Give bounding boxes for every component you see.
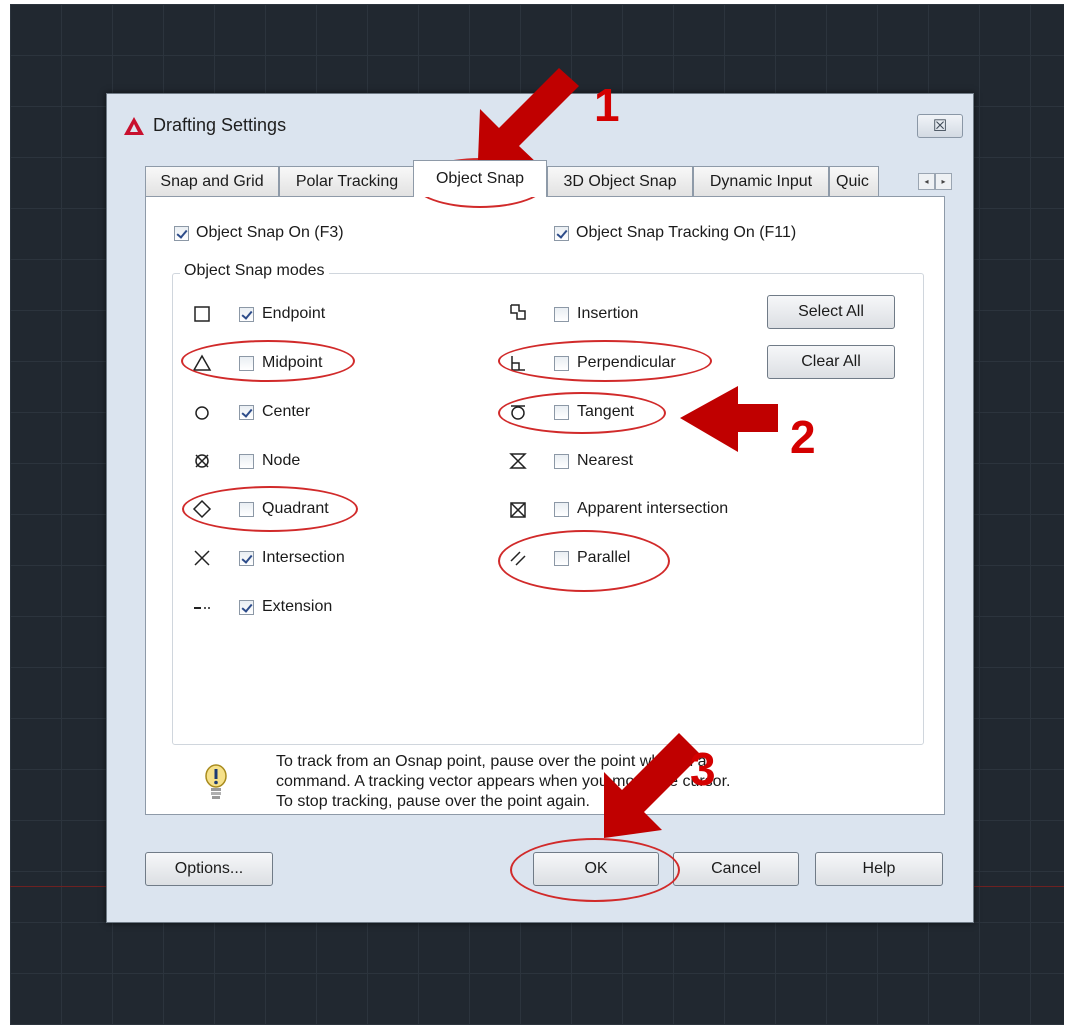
nearest-label: Nearest [577, 452, 634, 469]
tip-line: command. A tracking vector appears when … [276, 773, 731, 790]
tab-polar-tracking[interactable]: Polar Tracking [279, 166, 415, 196]
highlight-perpendicular [498, 340, 712, 382]
autocad-logo-icon [124, 117, 144, 135]
arrow-right-icon: ▸ [941, 177, 946, 186]
options-button[interactable]: Options... [145, 852, 273, 886]
object-snap-modes-title: Object Snap modes [180, 262, 329, 280]
intersection-checkbox[interactable] [239, 551, 254, 566]
hourglass-icon [509, 453, 527, 469]
step-3-label: 3 [690, 743, 716, 795]
endpoint-label: Endpoint [262, 305, 326, 322]
clear-all-button[interactable]: Clear All [767, 345, 895, 379]
tab-quick-properties[interactable]: Quic [829, 166, 879, 196]
insertion-icon [510, 304, 526, 320]
select-all-button[interactable]: Select All [767, 295, 895, 329]
tab-3d-object-snap[interactable]: 3D Object Snap [547, 166, 693, 196]
square-icon [194, 306, 210, 322]
step-2-label: 2 [790, 411, 816, 463]
highlight-quadrant [182, 486, 358, 532]
apparent-intersection-label: Apparent intersection [577, 500, 729, 517]
tracking-tip: To track from an Osnap point, pause over… [276, 752, 730, 812]
extension-label: Extension [262, 598, 333, 615]
insertion-checkbox[interactable] [554, 307, 569, 322]
tip-line: To stop tracking, pause over the point a… [276, 793, 590, 810]
insertion-label: Insertion [577, 305, 639, 322]
nearest-checkbox[interactable] [554, 454, 569, 469]
highlight-tangent [498, 392, 666, 434]
node-icon [195, 454, 209, 468]
extension-checkbox[interactable] [239, 600, 254, 615]
cancel-button[interactable]: Cancel [673, 852, 799, 886]
help-button[interactable]: Help [815, 852, 943, 886]
lightbulb-icon [205, 764, 227, 799]
dialog-title: Drafting Settings [153, 115, 287, 135]
circle-icon [195, 406, 209, 420]
extension-icon [194, 607, 210, 609]
intersection-label: Intersection [262, 549, 345, 566]
center-label: Center [262, 403, 311, 420]
tab-scroll-right-button[interactable]: ▸ [935, 173, 952, 190]
highlight-midpoint [181, 340, 355, 382]
highlight-parallel [498, 530, 670, 592]
node-label: Node [262, 452, 301, 469]
object-snap-on-checkbox[interactable] [174, 226, 189, 241]
apparent-intersection-checkbox[interactable] [554, 502, 569, 517]
tab-snap-and-grid[interactable]: Snap and Grid [145, 166, 279, 196]
object-snap-tracking-label: Object Snap Tracking On (F11) [576, 224, 797, 241]
close-icon: ☒ [932, 118, 948, 135]
boxed-x-icon [510, 502, 526, 518]
tab-scroll-left-button[interactable]: ◂ [918, 173, 935, 190]
highlight-ok-button [510, 838, 680, 902]
object-snap-tracking-checkbox[interactable] [554, 226, 569, 241]
close-button[interactable]: ☒ [917, 114, 963, 138]
node-checkbox[interactable] [239, 454, 254, 469]
center-checkbox[interactable] [239, 405, 254, 420]
arrow-left-icon: ◂ [924, 177, 929, 186]
object-snap-on-label: Object Snap On (F3) [196, 224, 344, 241]
tip-line: To track from an Osnap point, pause over… [276, 753, 707, 770]
step-1-label: 1 [594, 79, 620, 131]
endpoint-checkbox[interactable] [239, 307, 254, 322]
tab-dynamic-input[interactable]: Dynamic Input [693, 166, 829, 196]
x-icon [194, 550, 210, 566]
tab-object-snap[interactable]: Object Snap [413, 160, 547, 197]
